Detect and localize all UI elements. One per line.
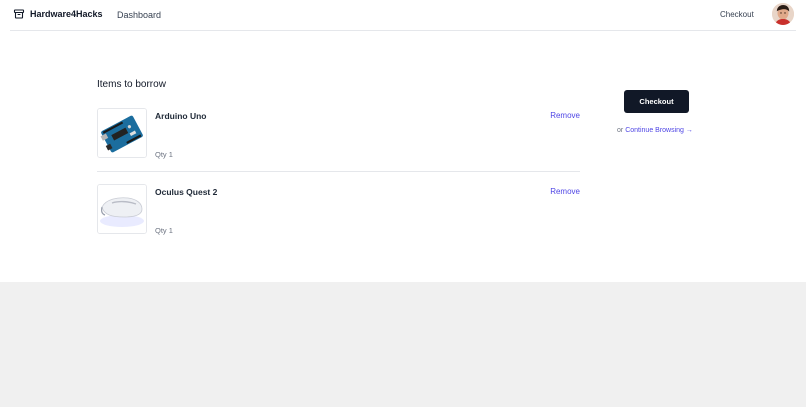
cart-item: Oculus Quest 2 Qty 1 Remove xyxy=(97,184,580,236)
cart-item: Arduino Uno Qty 1 Remove xyxy=(97,108,580,160)
item-divider xyxy=(97,171,580,172)
arduino-board-image xyxy=(98,109,146,157)
brand-name: Hardware4Hacks xyxy=(30,9,103,19)
product-image xyxy=(97,184,147,234)
remove-button[interactable]: Remove xyxy=(550,187,580,196)
vr-headset-image xyxy=(98,185,146,233)
archive-box-icon xyxy=(13,9,25,19)
brand[interactable]: Hardware4Hacks xyxy=(13,8,103,20)
nav-link-checkout[interactable]: Checkout xyxy=(720,10,754,19)
item-name: Oculus Quest 2 xyxy=(155,187,218,197)
remove-button[interactable]: Remove xyxy=(550,111,580,120)
continue-browsing-row: or Continue Browsing → xyxy=(617,127,693,134)
avatar[interactable] xyxy=(772,3,794,25)
cart-title: Items to borrow xyxy=(97,79,166,90)
nav-link-dashboard[interactable]: Dashboard xyxy=(117,10,161,20)
item-quantity: Qty 1 xyxy=(155,226,173,235)
footer-area xyxy=(0,282,806,407)
product-image xyxy=(97,108,147,158)
or-text: or xyxy=(617,127,624,134)
checkout-button[interactable]: Checkout xyxy=(624,90,689,113)
continue-browsing-link[interactable]: Continue Browsing → xyxy=(625,127,693,134)
user-avatar-icon xyxy=(772,3,794,25)
page-content: Hardware4Hacks Dashboard Checkout Items … xyxy=(0,0,806,282)
item-quantity: Qty 1 xyxy=(155,150,173,159)
navbar: Hardware4Hacks Dashboard Checkout xyxy=(10,0,796,31)
item-name: Arduino Uno xyxy=(155,111,207,121)
